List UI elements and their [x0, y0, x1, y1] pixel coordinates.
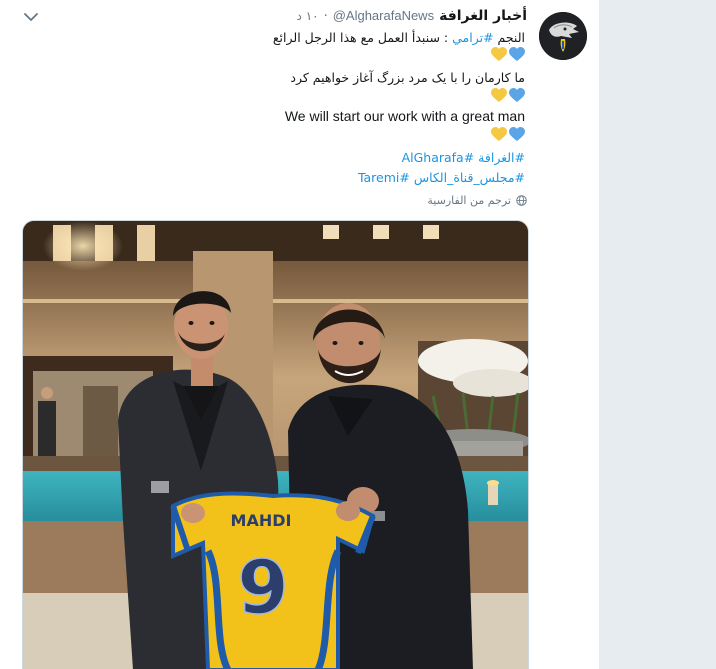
translate-link[interactable]: ترجم من الفارسية — [427, 194, 527, 207]
hashtag-link[interactable]: #ترامي — [452, 30, 493, 45]
separator-dot: · — [323, 9, 328, 24]
tweet-card: أخبار الغرافة @AlgharafaNews · ١٠ د النج… — [0, 0, 600, 669]
user-handle[interactable]: @AlgharafaNews — [333, 8, 434, 23]
display-name[interactable]: أخبار الغرافة — [439, 8, 527, 24]
tweet-photo[interactable]: MAHDI 9 — [22, 220, 529, 669]
jersey-name: MAHDI — [231, 511, 292, 530]
jersey-number: 9 — [237, 545, 289, 631]
heart-icon — [509, 127, 525, 141]
right-gutter — [600, 0, 716, 669]
hashtag-line-algharafa[interactable]: #الغرافة #AlGharafa — [402, 150, 525, 165]
heart-icon — [491, 47, 507, 61]
heart-emoji-row — [491, 47, 525, 62]
hashtag-line-taremi[interactable]: #مجلس_قناة_الكاس #Taremi — [358, 170, 525, 185]
heart-icon — [491, 127, 507, 141]
avatar[interactable] — [539, 12, 587, 60]
tweet-text-english: We will start our work with a great man — [284, 108, 525, 124]
heart-emoji-row — [491, 127, 525, 142]
chevron-down-icon[interactable] — [22, 10, 40, 24]
tweet-timestamp[interactable]: ١٠ د — [297, 9, 319, 23]
translate-label: ترجم من الفارسية — [427, 194, 511, 207]
heart-icon — [509, 88, 525, 102]
team-crest-avatar — [539, 12, 587, 60]
tweet-text-arabic: النجم #ترامي : سنبدأ العمل مع هذا الرجل … — [273, 30, 525, 45]
tweet-text-persian: ما کارمان را با یک مرد بزرگ آغاز خواهیم … — [290, 70, 525, 85]
text-suffix: : سنبدأ العمل مع هذا الرجل الرائع — [272, 30, 449, 45]
heart-icon — [509, 47, 525, 61]
globe-icon — [516, 195, 527, 206]
heart-emoji-row — [491, 88, 525, 103]
photo-scene: MAHDI 9 — [23, 221, 528, 669]
heart-icon — [491, 88, 507, 102]
tweet-header: أخبار الغرافة @AlgharafaNews · ١٠ د — [297, 8, 527, 28]
text-prefix: النجم — [497, 30, 525, 45]
